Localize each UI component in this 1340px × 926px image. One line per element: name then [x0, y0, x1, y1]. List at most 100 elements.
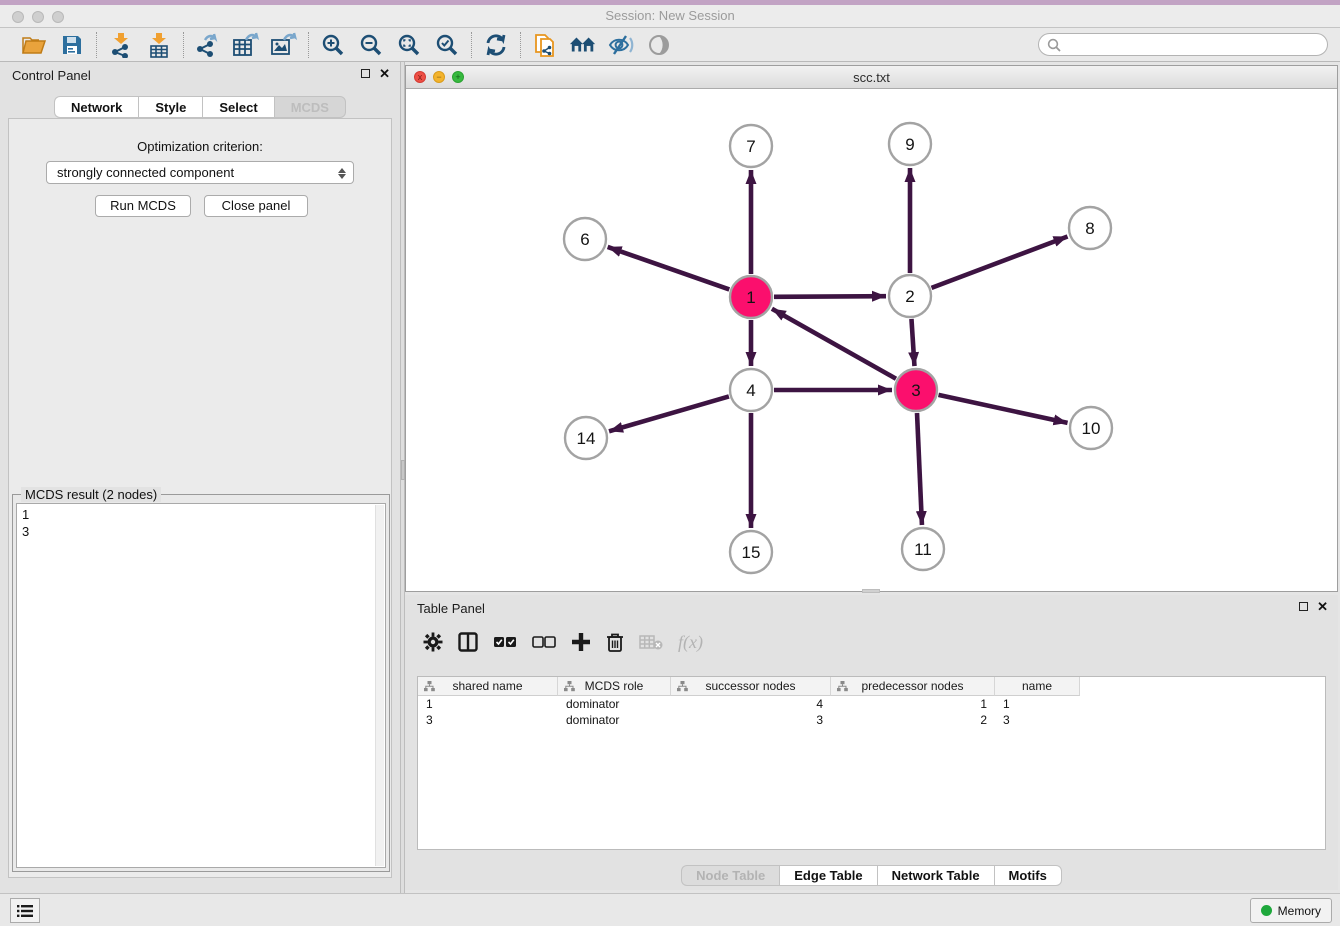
column-label: successor nodes — [705, 679, 795, 693]
edge-1-2[interactable] — [774, 296, 886, 297]
network-canvas[interactable]: 7968124314101511 — [406, 89, 1337, 591]
close-table-panel-icon[interactable]: ✕ — [1317, 601, 1328, 612]
float-panel-icon[interactable] — [361, 69, 370, 78]
node-label-3: 3 — [911, 381, 920, 400]
import-table-icon[interactable] — [145, 32, 173, 58]
mcds-result-text[interactable]: 13 — [16, 503, 386, 868]
tab-node-table[interactable]: Node Table — [681, 865, 779, 886]
node-label-11: 11 — [914, 540, 932, 559]
node-label-8: 8 — [1085, 219, 1094, 238]
edge-3-10[interactable] — [938, 395, 1067, 423]
network-window-title: scc.txt — [406, 70, 1337, 85]
style-preview-icon[interactable] — [607, 32, 635, 58]
status-bar: Memory — [0, 893, 1340, 926]
table-panel: Table Panel ✕ f(x) shared nameMCDS rol — [405, 595, 1338, 890]
table-panel-title: Table Panel — [417, 601, 485, 616]
titlebar-accent — [0, 0, 1340, 5]
close-panel-icon[interactable]: ✕ — [379, 68, 390, 79]
edge-2-3[interactable] — [911, 319, 914, 366]
delete-column-icon[interactable] — [606, 630, 624, 654]
tab-edge-table[interactable]: Edge Table — [779, 865, 876, 886]
close-panel-button[interactable]: Close panel — [204, 195, 308, 217]
column-header-shared-name[interactable]: shared name — [418, 677, 558, 696]
memory-button[interactable]: Memory — [1250, 898, 1332, 923]
table-cell: 1 — [995, 696, 1080, 712]
memory-label: Memory — [1278, 904, 1321, 918]
control-panel-title: Control Panel — [12, 68, 91, 83]
table-row[interactable]: 1dominator411 — [418, 696, 1325, 712]
node-label-4: 4 — [746, 381, 755, 400]
table-cell: dominator — [558, 712, 671, 728]
deselect-all-columns-icon[interactable] — [532, 630, 556, 654]
search-icon — [1047, 38, 1061, 52]
network-graph: 7968124314101511 — [406, 89, 1337, 591]
save-session-icon[interactable] — [58, 32, 86, 58]
hierarchy-icon — [837, 681, 848, 692]
task-history-button[interactable] — [10, 898, 40, 923]
tab-network[interactable]: Network — [54, 96, 138, 118]
tab-mcds[interactable]: MCDS — [274, 96, 346, 118]
node-label-9: 9 — [905, 135, 914, 154]
node-table[interactable]: shared nameMCDS role successor nodes prede… — [417, 676, 1326, 850]
export-image-icon[interactable] — [270, 32, 298, 58]
table-row[interactable]: 3dominator323 — [418, 712, 1325, 728]
export-network-icon[interactable] — [194, 32, 222, 58]
mcds-scrollbar[interactable] — [375, 505, 384, 866]
table-cell: 3 — [418, 712, 558, 728]
optimization-criterion-label: Optimization criterion: — [9, 139, 391, 154]
hierarchy-icon — [677, 681, 688, 692]
node-label-6: 6 — [580, 230, 589, 249]
edge-3-1[interactable] — [772, 309, 896, 379]
tab-motifs[interactable]: Motifs — [994, 865, 1062, 886]
add-column-icon[interactable] — [571, 630, 591, 654]
node-label-7: 7 — [746, 137, 755, 156]
edge-3-11[interactable] — [917, 413, 922, 525]
column-label: predecessor nodes — [861, 679, 963, 693]
first-neighbors-icon[interactable] — [569, 32, 597, 58]
table-cell: 3 — [995, 712, 1080, 728]
horizontal-splitter-handle[interactable] — [862, 589, 880, 593]
memory-status-icon — [1261, 905, 1272, 916]
columns-icon[interactable] — [458, 630, 478, 654]
column-header-predecessor-nodes[interactable]: predecessor nodes — [831, 677, 995, 696]
zoom-in-icon[interactable] — [319, 32, 347, 58]
refresh-icon[interactable] — [482, 32, 510, 58]
gear-icon[interactable] — [423, 630, 443, 654]
tab-style[interactable]: Style — [138, 96, 202, 118]
search-input[interactable] — [1061, 36, 1327, 54]
show-hide-icon[interactable] — [645, 32, 673, 58]
export-table-icon[interactable] — [232, 32, 260, 58]
tab-select[interactable]: Select — [202, 96, 273, 118]
import-network-icon[interactable] — [107, 32, 135, 58]
open-session-icon[interactable] — [20, 32, 48, 58]
edge-2-8[interactable] — [932, 236, 1068, 287]
list-icon — [17, 904, 33, 918]
zoom-fit-icon[interactable] — [395, 32, 423, 58]
zoom-selected-icon[interactable] — [433, 32, 461, 58]
table-cell: 4 — [671, 696, 831, 712]
edge-1-6[interactable] — [608, 247, 730, 289]
criterion-dropdown[interactable]: strongly connected component — [46, 161, 354, 184]
table-panel-tabs: Node TableEdge TableNetwork TableMotifs — [405, 865, 1338, 886]
hierarchy-icon — [424, 681, 435, 692]
float-table-panel-icon[interactable] — [1299, 602, 1308, 611]
column-header-name[interactable]: name — [995, 677, 1080, 696]
table-header-row: shared nameMCDS role successor nodes prede… — [418, 677, 1080, 696]
criterion-value: strongly connected component — [57, 165, 234, 180]
delete-table-icon — [639, 630, 663, 654]
run-mcds-button[interactable]: Run MCDS — [95, 195, 191, 217]
column-header-successor-nodes[interactable]: successor nodes — [671, 677, 831, 696]
zoom-out-icon[interactable] — [357, 32, 385, 58]
select-all-columns-icon[interactable] — [493, 630, 517, 654]
control-panel: Control Panel ✕ NetworkStyleSelectMCDS O… — [0, 62, 400, 893]
edge-4-14[interactable] — [609, 396, 729, 431]
clone-network-icon[interactable] — [531, 32, 559, 58]
table-cell: 2 — [831, 712, 995, 728]
tab-network-table[interactable]: Network Table — [877, 865, 994, 886]
function-builder-icon: f(x) — [678, 630, 703, 654]
node-label-2: 2 — [905, 287, 914, 306]
column-header-MCDS-role[interactable]: MCDS role — [558, 677, 671, 696]
network-window-titlebar[interactable]: x − + scc.txt — [406, 66, 1337, 89]
search-box[interactable] — [1038, 33, 1328, 56]
control-panel-tabs: NetworkStyleSelectMCDS — [0, 96, 400, 118]
